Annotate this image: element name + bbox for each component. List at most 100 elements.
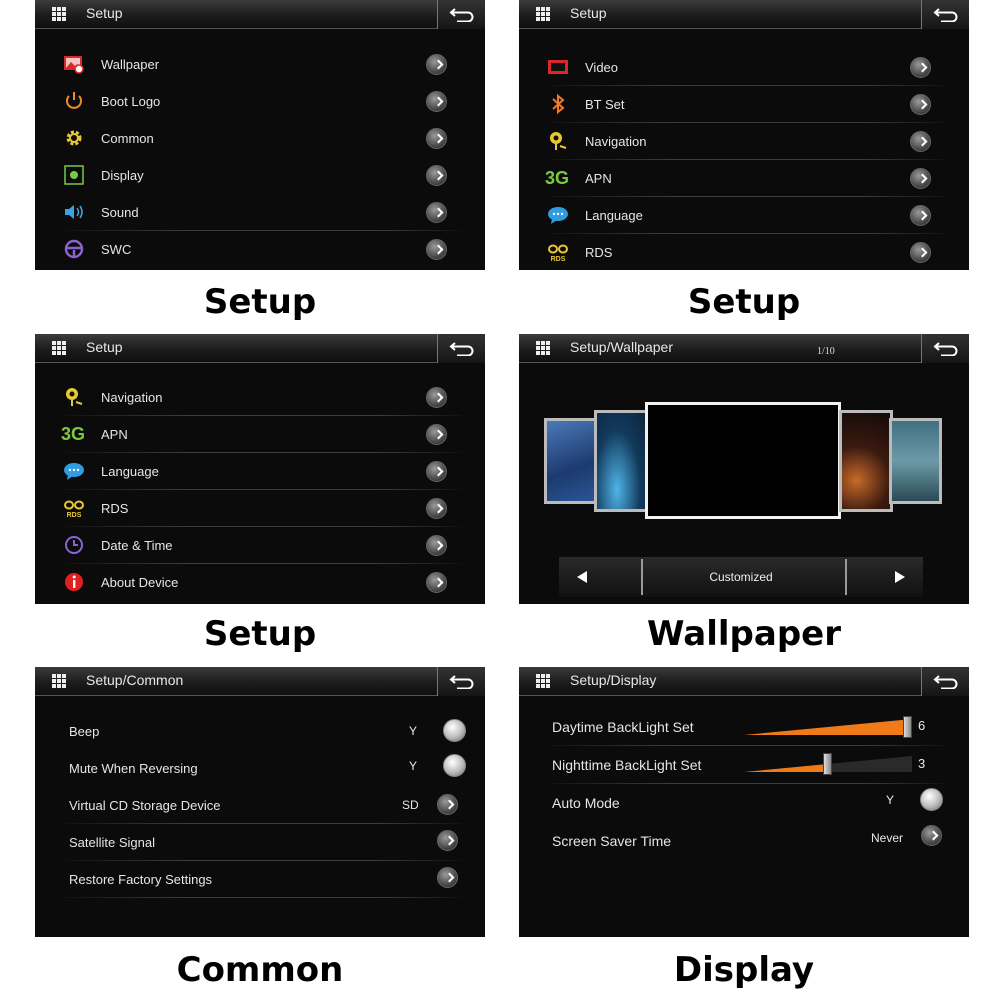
menu-item-sound[interactable]: Sound [35, 194, 485, 231]
back-button[interactable] [921, 334, 969, 363]
wallpaper-thumbnail[interactable] [889, 418, 942, 504]
chevron-right-icon[interactable] [426, 165, 447, 186]
common-screen: Setup/Common Beep Y Mute When Reversing … [35, 667, 485, 937]
menu-item-video[interactable]: Video [519, 49, 969, 86]
3g-icon: 3G [61, 424, 86, 444]
next-arrow-icon[interactable] [895, 571, 905, 583]
menu-item-wallpaper[interactable]: Wallpaper [35, 46, 485, 83]
power-icon [66, 92, 82, 109]
screen-title: Setup [86, 339, 123, 355]
chevron-right-icon[interactable] [910, 94, 931, 115]
speaker-icon [65, 205, 83, 219]
setting-daytime-backlight: Daytime BackLight Set 6 [519, 708, 969, 746]
setting-screen-saver-time[interactable]: Screen Saver Time Never [519, 822, 969, 860]
menu-item-date-time[interactable]: Date & Time [35, 527, 485, 564]
setting-auto-mode[interactable]: Auto Mode Y [519, 784, 969, 822]
caption-wallpaper: Wallpaper [647, 614, 841, 654]
menu-item-language[interactable]: Language [519, 197, 969, 234]
chevron-right-icon[interactable] [426, 572, 447, 593]
caption-setup: Setup [203, 614, 317, 654]
chevron-right-icon[interactable] [426, 461, 447, 482]
setting-virtual-cd-storage[interactable]: Virtual CD Storage Device SD [35, 787, 485, 824]
toggle-knob[interactable] [443, 754, 466, 777]
info-icon [65, 573, 83, 591]
toggle-knob[interactable] [443, 719, 466, 742]
wallpaper-preview-selected[interactable] [645, 402, 841, 519]
chevron-right-icon[interactable] [426, 535, 447, 556]
menu-item-label: Common [101, 131, 154, 146]
slider-handle[interactable] [823, 753, 832, 775]
chevron-right-icon[interactable] [426, 239, 447, 260]
back-button[interactable] [437, 0, 485, 29]
menu-item-display[interactable]: Display [35, 157, 485, 194]
apps-grid-icon[interactable] [536, 674, 551, 689]
setting-restore-factory[interactable]: Restore Factory Settings [35, 861, 485, 898]
steering-wheel-icon [64, 239, 84, 259]
chevron-right-icon[interactable] [426, 424, 447, 445]
slider-handle[interactable] [903, 716, 912, 738]
toggle-knob[interactable] [920, 788, 943, 811]
back-arrow-icon [449, 8, 474, 22]
chevron-right-icon[interactable] [426, 54, 447, 75]
back-button[interactable] [437, 334, 485, 363]
menu-item-apn[interactable]: 3G APN [519, 160, 969, 197]
menu-item-swc[interactable]: SWC [35, 231, 485, 268]
title-bar: Setup [35, 0, 485, 29]
chevron-right-icon[interactable] [426, 498, 447, 519]
chevron-right-icon[interactable] [437, 830, 458, 851]
menu-item-navigation[interactable]: Navigation [519, 123, 969, 160]
setting-value: Y [409, 724, 418, 738]
menu-item-label: Date & Time [101, 538, 173, 553]
chevron-right-icon[interactable] [426, 387, 447, 408]
menu-item-label: About Device [101, 575, 179, 590]
chevron-right-icon[interactable] [910, 205, 931, 226]
apps-grid-icon[interactable] [52, 674, 67, 689]
wallpaper-thumbnail[interactable] [839, 410, 893, 512]
nighttime-backlight-slider[interactable] [744, 753, 912, 775]
back-arrow-icon [933, 675, 958, 689]
menu-item-label: RDS [585, 245, 613, 260]
menu-item-bt-set[interactable]: BT Set [519, 86, 969, 123]
setting-mute-when-reversing[interactable]: Mute When Reversing Y [35, 750, 485, 787]
menu-item-rds[interactable]: RDS RDS [519, 234, 969, 270]
chevron-right-icon[interactable] [910, 242, 931, 263]
apps-grid-icon[interactable] [52, 341, 67, 356]
display-screen: Setup/Display Daytime BackLight Set 6 Ni… [519, 667, 969, 937]
chevron-right-icon[interactable] [921, 825, 942, 846]
menu-item-navigation[interactable]: Navigation [35, 379, 485, 416]
back-button[interactable] [437, 667, 485, 696]
apps-grid-icon[interactable] [536, 341, 551, 356]
setting-value: Y [886, 793, 895, 807]
setting-label: Daytime BackLight Set [552, 719, 694, 735]
chevron-right-icon[interactable] [910, 131, 931, 152]
menu-item-label: BT Set [585, 97, 625, 112]
menu-item-common[interactable]: Common [35, 120, 485, 157]
setting-satellite-signal[interactable]: Satellite Signal [35, 824, 485, 861]
back-button[interactable] [921, 0, 969, 29]
apps-grid-icon[interactable] [536, 7, 551, 22]
chevron-right-icon[interactable] [910, 57, 931, 78]
daytime-backlight-slider[interactable] [744, 716, 912, 738]
menu-item-boot-logo[interactable]: Boot Logo [35, 83, 485, 120]
apps-grid-icon[interactable] [52, 7, 67, 22]
screen-title: Setup/Common [86, 672, 184, 688]
menu-item-about-device[interactable]: About Device [35, 564, 485, 601]
chevron-right-icon[interactable] [437, 867, 458, 888]
chevron-right-icon[interactable] [426, 202, 447, 223]
chevron-right-icon[interactable] [910, 168, 931, 189]
menu-item-label: Boot Logo [101, 94, 161, 109]
menu-item-language[interactable]: Language [35, 453, 485, 490]
chevron-right-icon[interactable] [426, 91, 447, 112]
menu-item-apn[interactable]: 3G APN [35, 416, 485, 453]
title-bar: Setup/Wallpaper 1/10 [519, 334, 969, 363]
wallpaper-selected-label[interactable]: Customized [559, 570, 923, 584]
caption-setup: Setup [687, 282, 801, 322]
chevron-right-icon[interactable] [437, 794, 458, 815]
menu-item-rds[interactable]: RDS RDS [35, 490, 485, 527]
caption-common: Common [176, 950, 344, 990]
back-button[interactable] [921, 667, 969, 696]
wallpaper-thumbnail[interactable] [594, 410, 650, 512]
wallpaper-thumbnail[interactable] [544, 418, 597, 504]
setting-beep[interactable]: Beep Y [35, 713, 485, 750]
chevron-right-icon[interactable] [426, 128, 447, 149]
